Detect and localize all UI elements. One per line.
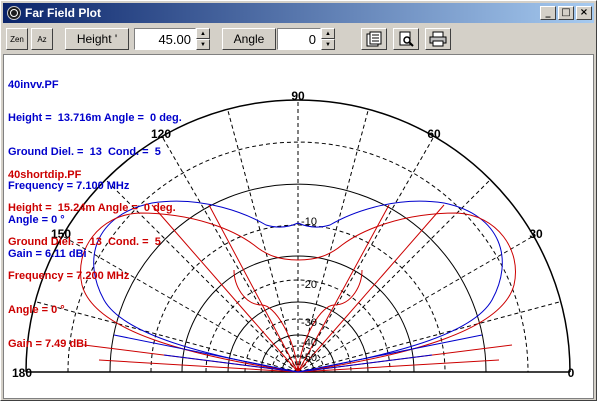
trace2-angle: Angle = 0 ° (8, 304, 65, 317)
height-input[interactable]: 45.00 (134, 28, 196, 50)
window-title: Far Field Plot (25, 6, 102, 20)
far-field-plot-window: Far Field Plot _ □ × Zen Az Height ' 45.… (0, 0, 597, 401)
trace2-ground: Ground Diel. = 13 Cond. = 5 (8, 236, 161, 249)
angle-label-60: 60 (427, 127, 441, 141)
plot-area: 90 120 60 150 30 180 0 -10 -20 -30 -40 -… (3, 54, 594, 399)
angle-label-0: 0 (568, 366, 575, 380)
grid-spoke (161, 136, 299, 373)
angle-button[interactable]: Angle (222, 28, 276, 50)
trace2-gain: Gain = 7.49 dBi (8, 338, 88, 351)
angle-label-30: 30 (529, 227, 543, 241)
height-button[interactable]: Height ' (65, 28, 129, 50)
trace2-lobe-line (208, 204, 299, 373)
print-preview-button[interactable] (393, 28, 419, 50)
ring-label-40: -40 (301, 337, 317, 349)
azimuth-button[interactable]: Az (31, 28, 53, 50)
print-preview-icon (399, 31, 414, 47)
spin-up-icon[interactable]: ▲ (196, 28, 210, 39)
ring-labels: -10 -20 -30 -40 -50 (301, 216, 317, 364)
angle-input[interactable]: 0 (277, 28, 321, 50)
print-button[interactable] (425, 28, 451, 50)
close-button[interactable]: × (576, 6, 592, 20)
spin-down-icon[interactable]: ▼ (196, 39, 210, 50)
spin-up-icon[interactable]: ▲ (321, 28, 335, 39)
trace1-file: 40invv.PF (8, 78, 59, 91)
trace1-height: Height = 13.716m Angle = 0 deg. (8, 112, 182, 125)
zenith-button[interactable]: Zen (6, 28, 28, 50)
ring-label-20: -20 (301, 279, 317, 291)
printer-icon (429, 31, 447, 47)
properties-icon (366, 31, 382, 47)
toolbar: Zen Az Height ' 45.00 ▲ ▼ Angle 0 ▲ ▼ (3, 25, 594, 53)
ring-label-50: -50 (301, 352, 317, 364)
app-icon (7, 6, 21, 20)
trace1-lobe-line (163, 354, 299, 373)
ring-label-30: -30 (301, 317, 317, 329)
trace2-lobe-line (233, 269, 299, 373)
properties-button[interactable] (361, 28, 387, 50)
maximize-button[interactable]: □ (558, 6, 574, 20)
angle-label-90: 90 (291, 89, 305, 103)
ring-label-10: -10 (301, 216, 317, 228)
angle-spinner[interactable]: ▲ ▼ (321, 28, 335, 50)
trace2-info: 40shortdip.PF Height = 15.24m Angle = 0 … (8, 147, 176, 373)
trace1-lobe-line (297, 354, 433, 373)
trace2-frequency: Frequency = 7.200 MHz (8, 270, 130, 283)
trace2-file: 40shortdip.PF (8, 168, 82, 181)
grid-spoke (297, 136, 435, 373)
spin-down-icon[interactable]: ▼ (321, 39, 335, 50)
height-spinner[interactable]: ▲ ▼ (196, 28, 210, 50)
minimize-button[interactable]: _ (540, 6, 556, 20)
title-bar[interactable]: Far Field Plot _ □ × (3, 3, 594, 23)
grid-spoke (297, 235, 534, 373)
trace2-height: Height = 15.24m Angle = 0 deg. (8, 202, 176, 215)
